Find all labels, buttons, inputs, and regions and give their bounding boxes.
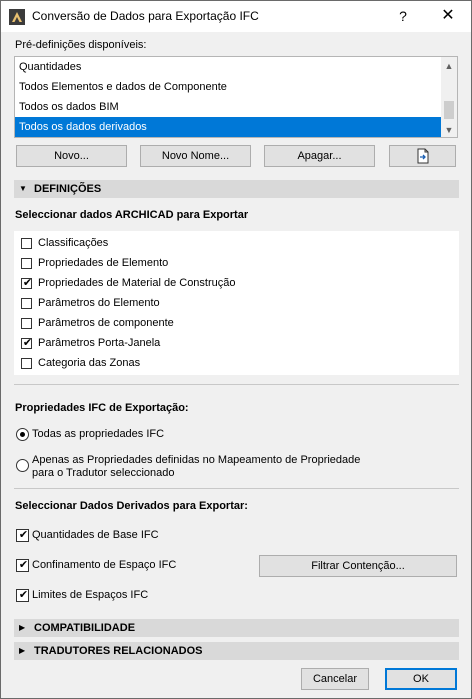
checkbox-box[interactable]: ✔ — [16, 529, 29, 542]
checkbox-label: Categoria das Zonas — [38, 357, 141, 369]
radio-all-properties-label[interactable]: Todas as propriedades IFC — [32, 428, 164, 440]
radio-mapped-properties-label-1[interactable]: Apenas as Propriedades definidas no Mape… — [32, 454, 360, 466]
expanded-triangle-icon: ▼ — [19, 184, 27, 193]
derived-data-label: Seleccionar Dados Derivados para Exporta… — [15, 500, 248, 512]
checkmark-icon: ✔ — [22, 337, 33, 349]
import-preset-button[interactable] — [389, 145, 456, 167]
radio-mapped-properties-label-2[interactable]: para o Tradutor seleccionado — [32, 467, 174, 479]
checkbox-box[interactable] — [21, 258, 32, 269]
help-button[interactable]: ? — [388, 5, 418, 27]
window-title: Conversão de Dados para Exportação IFC — [32, 9, 259, 23]
select-archicad-data-label: Seleccionar dados ARCHICAD para Exportar — [15, 209, 249, 221]
preset-item[interactable]: Todos os dados BIM — [15, 97, 442, 117]
translators-header-label: TRADUTORES RELACIONADOS — [34, 645, 203, 657]
compatibility-section-header[interactable]: ▶ COMPATIBILIDADE — [14, 619, 459, 637]
checkbox-label: Propriedades de Material de Construção — [38, 277, 236, 289]
definitions-section-header[interactable]: ▼ DEFINIÇÕES — [14, 180, 459, 198]
checkbox-box[interactable]: ✔ — [21, 337, 33, 349]
preset-item-selected[interactable]: Todos os dados derivados — [15, 117, 442, 137]
scroll-up-icon[interactable]: ▲ — [441, 59, 457, 73]
close-button[interactable]: ✕ — [433, 5, 463, 27]
title-bar: Conversão de Dados para Exportação IFC ?… — [1, 1, 471, 32]
presets-scrollbar[interactable]: ▲ ▼ — [441, 57, 457, 137]
archicad-data-checklist: Classificações Propriedades de Elemento … — [14, 231, 459, 375]
compatibility-header-label: COMPATIBILIDADE — [34, 622, 136, 634]
ifc-properties-label: Propriedades IFC de Exportação: — [15, 402, 189, 414]
archicad-icon — [9, 9, 25, 25]
radio-mapped-properties[interactable] — [16, 459, 29, 472]
scroll-down-icon[interactable]: ▼ — [441, 123, 457, 137]
translators-section-header[interactable]: ▶ TRADUTORES RELACIONADOS — [14, 642, 459, 660]
radio-selected-dot — [20, 432, 25, 437]
checkbox-box[interactable]: ✔ — [16, 589, 29, 602]
preset-item[interactable]: Quantidades — [15, 57, 442, 77]
ifc-export-dialog: Conversão de Dados para Exportação IFC ?… — [0, 0, 472, 699]
checkbox-label: Quantidades de Base IFC — [32, 529, 159, 541]
radio-all-properties[interactable] — [16, 428, 29, 441]
checkbox-label: Limites de Espaços IFC — [32, 589, 149, 601]
checkbox-label: Propriedades de Elemento — [38, 257, 169, 269]
presets-list[interactable]: Quantidades Todos Elementos e dados de C… — [14, 56, 458, 138]
checkbox-box[interactable]: ✔ — [16, 559, 29, 572]
checkmark-icon: ✔ — [18, 529, 29, 541]
collapsed-triangle-icon: ▶ — [19, 646, 26, 655]
checkbox-box[interactable] — [21, 238, 32, 249]
new-preset-button[interactable]: Novo... — [16, 145, 127, 167]
checkbox-label: Parâmetros do Elemento — [38, 297, 160, 309]
preset-item[interactable]: Todos Elementos e dados de Componente — [15, 77, 442, 97]
checkmark-icon: ✔ — [18, 559, 29, 571]
checkbox-box[interactable] — [21, 318, 32, 329]
collapsed-triangle-icon: ▶ — [19, 623, 26, 632]
filter-containment-button[interactable]: Filtrar Contenção... — [259, 555, 457, 577]
divider — [14, 488, 459, 489]
scroll-thumb[interactable] — [444, 101, 454, 119]
checkbox-box[interactable] — [21, 298, 32, 309]
cancel-button[interactable]: Cancelar — [301, 668, 369, 690]
import-file-icon — [417, 148, 428, 164]
checkmark-icon: ✔ — [22, 277, 33, 289]
delete-preset-button[interactable]: Apagar... — [264, 145, 375, 167]
divider — [14, 384, 459, 385]
ok-button[interactable]: OK — [385, 668, 457, 690]
checkbox-box[interactable] — [21, 358, 32, 369]
checkbox-box[interactable]: ✔ — [21, 277, 33, 289]
checkbox-label: Confinamento de Espaço IFC — [32, 559, 177, 571]
presets-label: Pré-definições disponíveis: — [15, 39, 147, 51]
checkmark-icon: ✔ — [18, 589, 29, 601]
new-name-button[interactable]: Novo Nome... — [140, 145, 251, 167]
checkbox-label: Parâmetros Porta-Janela — [38, 337, 161, 349]
checkbox-label: Parâmetros de componente — [38, 317, 174, 329]
checkbox-label: Classificações — [38, 237, 109, 249]
definitions-header-label: DEFINIÇÕES — [34, 183, 102, 195]
